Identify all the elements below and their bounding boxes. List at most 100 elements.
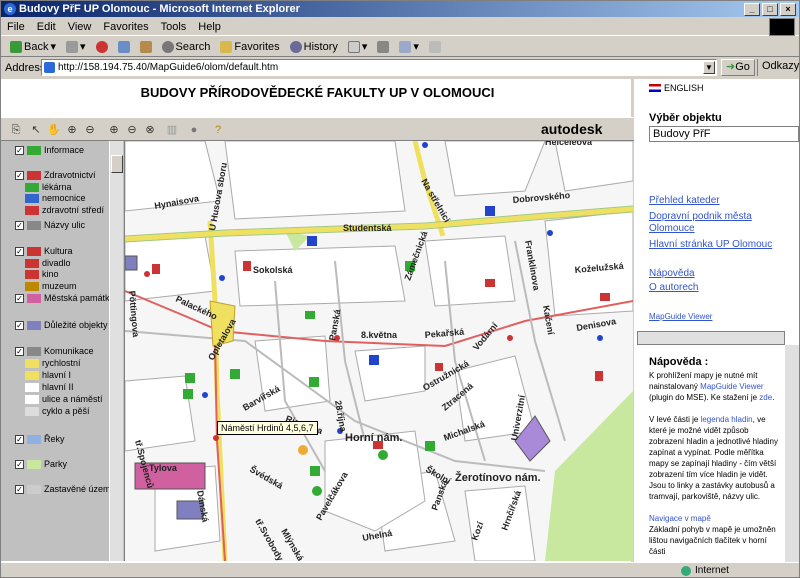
copy-map-icon[interactable]: ⎘ (9, 123, 23, 137)
menu-tools[interactable]: Tools (155, 21, 193, 33)
legend-item[interactable]: ✓ Zdravotnictví (15, 170, 96, 180)
pan-hand-icon[interactable]: ✋ (47, 123, 61, 137)
legend-item[interactable]: divadlo (25, 258, 71, 268)
back-button[interactable]: Back ▾ (7, 40, 59, 53)
legend-item[interactable]: nemocnice (25, 193, 86, 203)
legend-item[interactable]: ✓ Řeky (15, 434, 65, 444)
links-button[interactable]: Odkazy (757, 59, 800, 76)
legend-checkbox[interactable]: ✓ (15, 346, 24, 356)
legend-item[interactable]: zdravotní středí (25, 205, 104, 215)
forward-button[interactable]: ▾ (63, 40, 89, 53)
legend-item[interactable]: lékárna (25, 182, 72, 192)
zoom-out-icon[interactable]: ⊖ (83, 123, 97, 137)
zoom-in-icon[interactable]: ⊕ (65, 123, 79, 137)
help-legend-link[interactable]: legenda hladin (701, 415, 753, 424)
menu-favorites[interactable]: Favorites (97, 21, 154, 33)
address-input[interactable]: http://158.194.75.40/MapGuide6/olom/defa… (41, 59, 717, 76)
legend-checkbox[interactable]: ✓ (15, 320, 24, 330)
english-link[interactable]: ENGLISH (649, 83, 704, 93)
link-o-autorech[interactable]: O autorech (649, 282, 698, 294)
legend-checkbox[interactable]: ✓ (15, 459, 24, 469)
legend-checkbox[interactable]: ✓ (15, 145, 24, 155)
legend-symbol-icon (25, 182, 39, 192)
link-napoveda[interactable]: Nápověda (649, 268, 695, 280)
legend-item[interactable]: hlavní I (25, 370, 71, 380)
print-button[interactable] (374, 40, 392, 53)
city-map[interactable]: Hynaisova U Husova sboru Studentská Dobrovs… (125, 141, 633, 561)
maximize-button[interactable]: □ (762, 3, 778, 16)
measure-icon[interactable]: ▥ (165, 123, 179, 137)
map-toolbar: ⎘ ↖ ✋ ⊕ ⊖ ⊕ ⊖ ⊗ ▥ ● ? autodesk (1, 117, 634, 141)
help-download-link[interactable]: zde (759, 393, 772, 402)
menu-file[interactable]: File (1, 21, 31, 33)
legend-item[interactable]: ✓ Parky (15, 459, 67, 469)
favorites-button[interactable]: Favorites (217, 40, 282, 53)
legend-label: Komunikace (44, 346, 94, 356)
legend-item[interactable]: ✓ Kultura (15, 246, 73, 256)
help-question-icon[interactable]: ? (211, 123, 225, 137)
legend-checkbox[interactable]: ✓ (15, 293, 24, 303)
legend-symbol-icon (27, 484, 41, 494)
legend-item[interactable]: cyklo a pěší (25, 406, 90, 416)
legend-item[interactable]: ✓ Zastavěné území (15, 484, 113, 494)
link-mapguide-viewer[interactable]: MapGuide Viewer (649, 311, 712, 323)
object-tooltip: Náměstí Hrdinů 4,5,6,7 (217, 421, 318, 435)
legend-checkbox[interactable]: ✓ (15, 220, 24, 230)
refresh-button[interactable] (115, 40, 133, 53)
legend-item[interactable]: ✓ Názvy ulic (15, 220, 85, 230)
menu-help[interactable]: Help (192, 21, 227, 33)
info-scrollbar[interactable] (785, 345, 799, 562)
legend-scroll-thumb[interactable] (111, 155, 123, 173)
legend-label: hlavní II (42, 382, 74, 392)
stop-button[interactable] (93, 40, 111, 53)
address-dropdown-button[interactable]: ▼ (703, 61, 715, 74)
search-button[interactable]: Search (159, 40, 214, 53)
menu-edit[interactable]: Edit (31, 21, 62, 33)
title-bar: e Budovy PřF UP Olomouc - Microsoft Inte… (1, 1, 799, 17)
mail-button[interactable]: ▾ (345, 40, 371, 53)
legend-label: ulice a náměstí (42, 394, 103, 404)
help-navigation-link[interactable]: Navigace v mapě (649, 514, 711, 523)
legend-label: lékárna (42, 182, 72, 192)
map-canvas[interactable]: Hynaisova U Husova sboru StudentskáDobrovs… (125, 141, 633, 561)
discuss-button[interactable] (426, 40, 444, 53)
zoom-goto-icon[interactable]: ⊖ (125, 123, 139, 137)
legend-item[interactable]: muzeum (25, 281, 77, 291)
legend-checkbox[interactable]: ✓ (15, 434, 24, 444)
horizontal-scrollbar[interactable] (637, 331, 785, 345)
back-arrow-icon (10, 40, 22, 53)
legend-checkbox[interactable]: ✓ (15, 246, 24, 256)
stop-map-icon[interactable]: ● (187, 123, 201, 137)
zoom-window-icon[interactable]: ⊗ (143, 123, 157, 137)
legend-checkbox[interactable]: ✓ (15, 484, 24, 494)
link-dopravni-podnik[interactable]: Dopravní podnik města Olomouce (649, 211, 769, 235)
close-button[interactable]: × (780, 3, 796, 16)
legend-item[interactable]: hlavní II (25, 382, 74, 392)
history-button[interactable]: History (287, 40, 341, 53)
legend-scrollbar[interactable] (109, 141, 123, 561)
uk-flag-icon (649, 84, 661, 92)
legend-item[interactable]: rychlostní (25, 358, 81, 368)
legend-checkbox[interactable]: ✓ (15, 170, 24, 180)
edit-button[interactable]: ▾ (396, 40, 422, 53)
go-button[interactable]: ➜Go (721, 59, 755, 76)
legend-item[interactable]: ✓ Informace (15, 145, 84, 155)
link-prehled-kateder[interactable]: Přehled kateder (649, 195, 720, 207)
home-button[interactable] (137, 40, 155, 53)
legend-item[interactable]: kino (25, 269, 59, 279)
legend-item[interactable]: ✓ Městská památk (15, 293, 110, 303)
link-hlavni-stranka[interactable]: Hlavní stránka UP Olomouc (649, 239, 772, 251)
legend-label: Důležité objekty (44, 320, 108, 330)
legend-item[interactable]: ulice a náměstí (25, 394, 103, 404)
select-arrow-icon[interactable]: ↖ (29, 123, 43, 137)
menu-view[interactable]: View (62, 21, 98, 33)
minimize-button[interactable]: _ (744, 3, 760, 16)
help-viewer-link[interactable]: MapGuide Viewer (700, 382, 763, 391)
legend-symbol-icon (27, 346, 41, 356)
object-select[interactable]: Budovy PřF (649, 126, 799, 142)
legend-symbol-icon (27, 320, 41, 330)
legend-label: divadlo (42, 258, 71, 268)
zoom-previous-icon[interactable]: ⊕ (107, 123, 121, 137)
legend-item[interactable]: ✓ Důležité objekty (15, 320, 108, 330)
legend-item[interactable]: ✓ Komunikace (15, 346, 94, 356)
